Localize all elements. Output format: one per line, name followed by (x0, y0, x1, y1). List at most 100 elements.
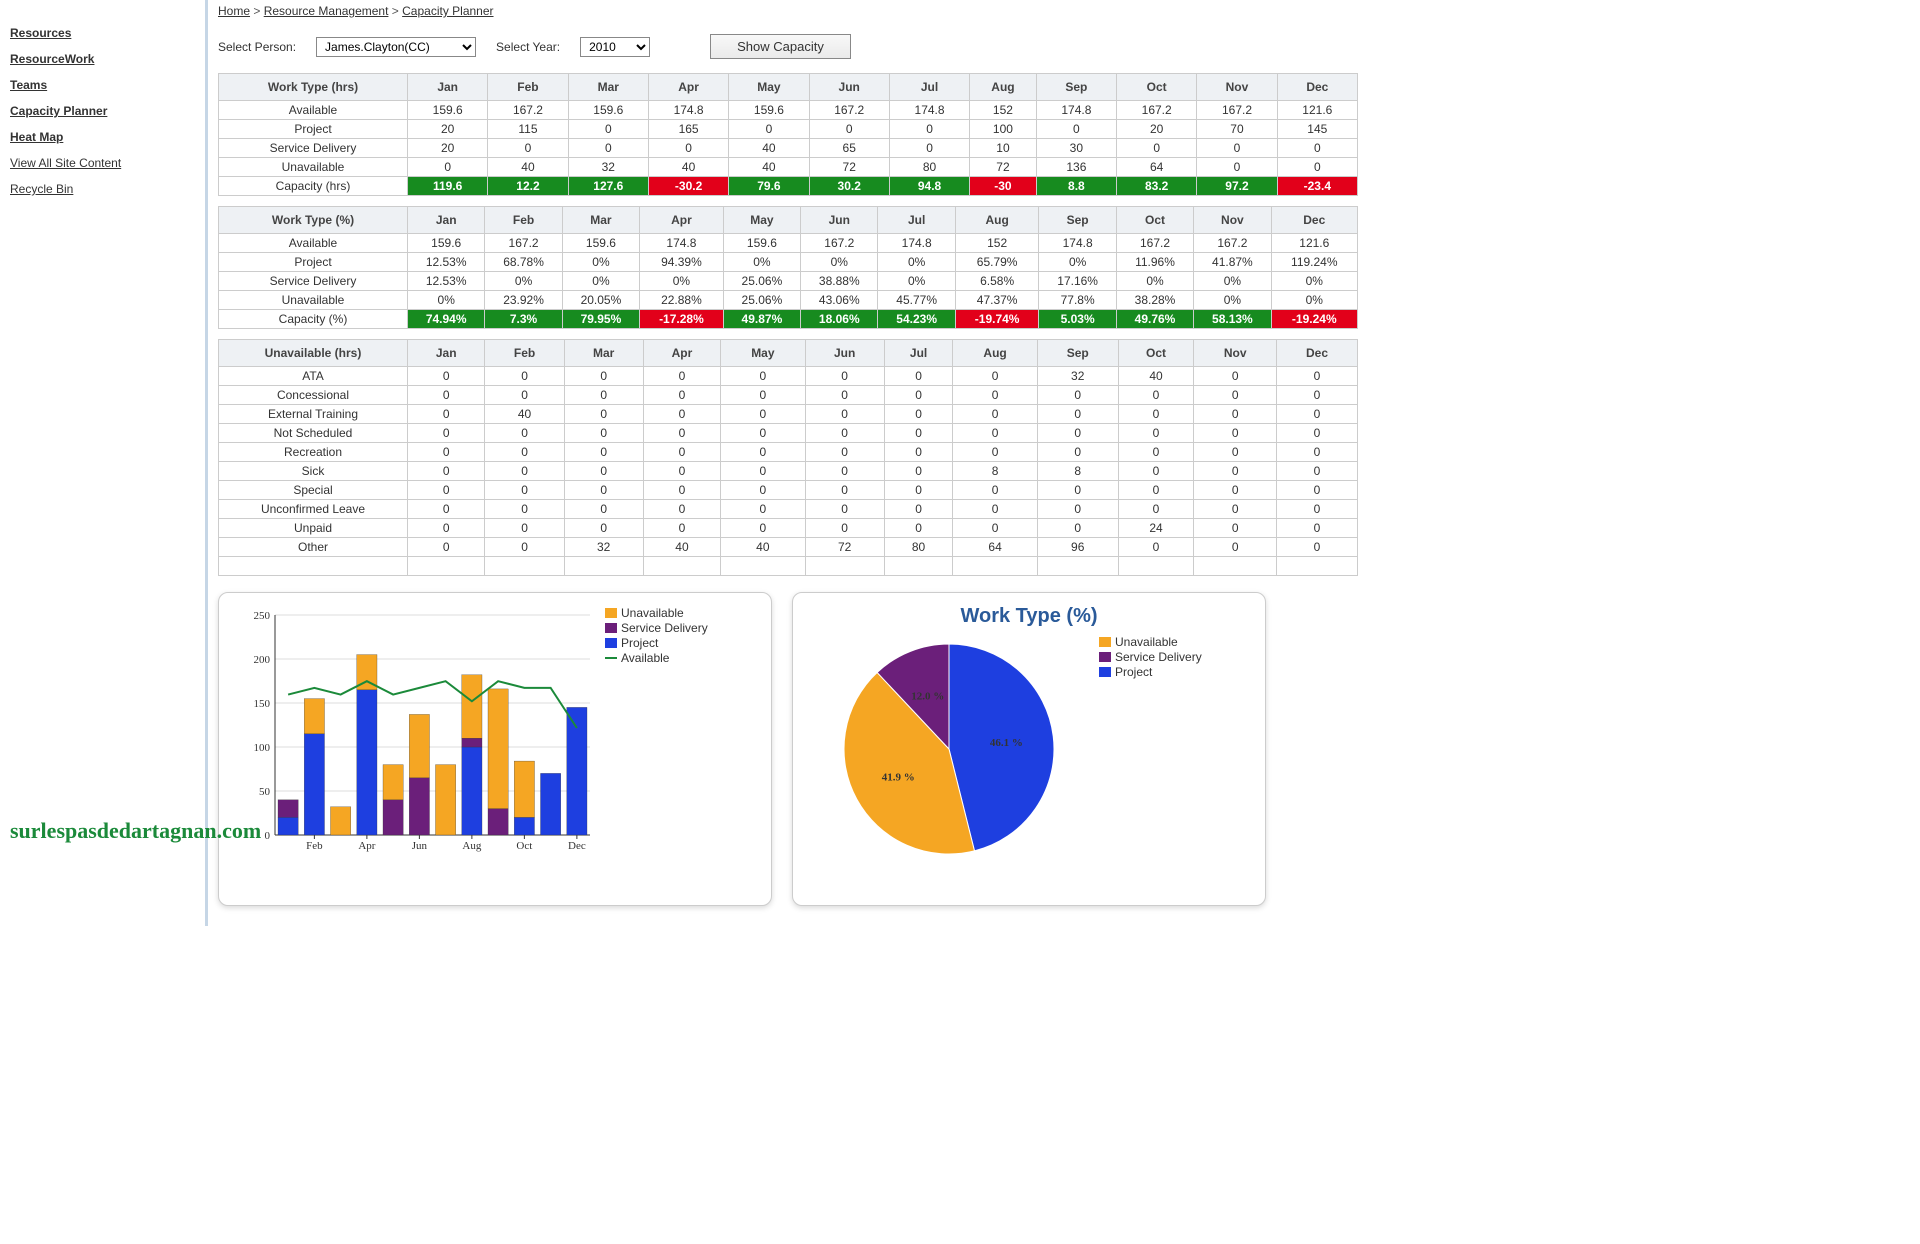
data-cell: 0 (1194, 462, 1277, 481)
data-cell: 0 (1037, 519, 1118, 538)
person-select[interactable]: James.Clayton(CC) (316, 37, 476, 57)
data-cell: 0 (1276, 424, 1357, 443)
data-cell: 0 (485, 443, 564, 462)
data-cell: 0 (953, 443, 1037, 462)
svg-text:50: 50 (259, 786, 271, 798)
data-cell: 0 (485, 424, 564, 443)
data-cell: 0 (1276, 367, 1357, 386)
data-cell: 40 (488, 158, 568, 177)
data-cell: 0% (878, 272, 955, 291)
legend-item: Available (605, 651, 708, 665)
data-cell (1118, 557, 1194, 576)
table-row: Project12.53%68.78%0%94.39%0%0%0%65.79%0… (219, 253, 1358, 272)
data-cell: 0 (721, 386, 805, 405)
data-cell: 0 (953, 424, 1037, 443)
data-cell: 0 (884, 519, 953, 538)
month-header: Sep (1039, 207, 1116, 234)
data-cell: 0 (805, 481, 884, 500)
sidebar-item[interactable]: ResourceWork (10, 46, 200, 72)
data-cell: 0 (643, 386, 720, 405)
data-cell: 0 (1197, 139, 1277, 158)
data-cell: 0 (643, 405, 720, 424)
svg-text:Apr: Apr (358, 840, 375, 852)
data-cell: 0 (1118, 481, 1194, 500)
data-cell: 174.8 (1036, 101, 1116, 120)
data-cell: 167.2 (809, 101, 889, 120)
data-cell: 0 (485, 386, 564, 405)
data-cell: 0 (805, 462, 884, 481)
data-cell: 74.94% (408, 310, 485, 329)
table-row: Project20115016500010002070145 (219, 120, 1358, 139)
data-cell (884, 557, 953, 576)
data-cell: 0 (809, 120, 889, 139)
data-cell: 0 (408, 481, 485, 500)
data-cell: 0 (564, 481, 643, 500)
sidebar: ResourcesResourceWorkTeamsCapacity Plann… (0, 0, 205, 926)
legend-label: Unavailable (1115, 635, 1178, 649)
data-cell: 0 (1037, 500, 1118, 519)
filter-bar: Select Person: James.Clayton(CC) Select … (218, 28, 1914, 73)
bar-legend: UnavailableService DeliveryProjectAvaila… (605, 605, 708, 865)
data-cell: 40 (729, 158, 809, 177)
row-label: Unavailable (219, 158, 408, 177)
sidebar-item[interactable]: Recycle Bin (10, 176, 200, 202)
sidebar-item[interactable]: Teams (10, 72, 200, 98)
main-content: Home > Resource Management > Capacity Pl… (205, 0, 1920, 926)
data-cell: 0 (953, 519, 1037, 538)
month-header: Nov (1197, 74, 1277, 101)
data-cell: 0% (1271, 272, 1357, 291)
data-cell: 0 (953, 405, 1037, 424)
pie-legend: UnavailableService DeliveryProject (1099, 634, 1202, 864)
data-cell: 43.06% (801, 291, 878, 310)
data-cell: 0 (805, 405, 884, 424)
year-select[interactable]: 2010 (580, 37, 650, 57)
sidebar-item[interactable]: Capacity Planner (10, 98, 200, 124)
data-cell: 174.8 (640, 234, 724, 253)
sidebar-item[interactable]: Resources (10, 20, 200, 46)
data-cell: 0 (564, 500, 643, 519)
data-cell: 18.06% (801, 310, 878, 329)
svg-text:250: 250 (254, 610, 271, 622)
breadcrumb-link[interactable]: Capacity Planner (402, 4, 493, 18)
legend-swatch (1099, 637, 1111, 647)
data-cell: 24 (1118, 519, 1194, 538)
data-cell: 6.58% (955, 272, 1039, 291)
row-label: Concessional (219, 386, 408, 405)
month-header: Jun (805, 340, 884, 367)
breadcrumb-link[interactable]: Home (218, 4, 250, 18)
data-cell: 119.6 (408, 177, 488, 196)
svg-text:46.1 %: 46.1 % (990, 737, 1023, 749)
data-cell (485, 557, 564, 576)
breadcrumb-link[interactable]: Resource Management (264, 4, 389, 18)
data-cell: 40 (721, 538, 805, 557)
data-cell: 0 (643, 367, 720, 386)
table-row: Available159.6167.2159.6174.8159.6167.21… (219, 234, 1358, 253)
data-cell: 167.2 (485, 234, 562, 253)
data-cell: 72 (809, 158, 889, 177)
table-row: Unavailable0%23.92%20.05%22.88%25.06%43.… (219, 291, 1358, 310)
data-cell: 0 (1118, 443, 1194, 462)
sidebar-item[interactable]: View All Site Content (10, 150, 200, 176)
show-capacity-button[interactable]: Show Capacity (710, 34, 851, 59)
data-cell: 30.2 (809, 177, 889, 196)
sidebar-item[interactable]: Heat Map (10, 124, 200, 150)
data-cell: 100 (970, 120, 1037, 139)
row-label: Sick (219, 462, 408, 481)
row-label: Service Delivery (219, 139, 408, 158)
month-header: Dec (1276, 340, 1357, 367)
data-cell: 0 (884, 481, 953, 500)
data-cell: 32 (568, 158, 648, 177)
table-row: Capacity (%)74.94%7.3%79.95%-17.28%49.87… (219, 310, 1358, 329)
legend-label: Project (621, 636, 658, 650)
data-cell: 0 (408, 158, 488, 177)
data-cell: 0 (1036, 120, 1116, 139)
data-cell: 80 (884, 538, 953, 557)
data-cell: 0% (1039, 253, 1116, 272)
data-cell: 121.6 (1277, 101, 1357, 120)
data-cell: 49.87% (723, 310, 800, 329)
table-row: Available159.6167.2159.6174.8159.6167.21… (219, 101, 1358, 120)
data-cell: 0 (643, 481, 720, 500)
data-cell: 159.6 (723, 234, 800, 253)
data-cell: 0 (568, 139, 648, 158)
data-cell: 47.37% (955, 291, 1039, 310)
